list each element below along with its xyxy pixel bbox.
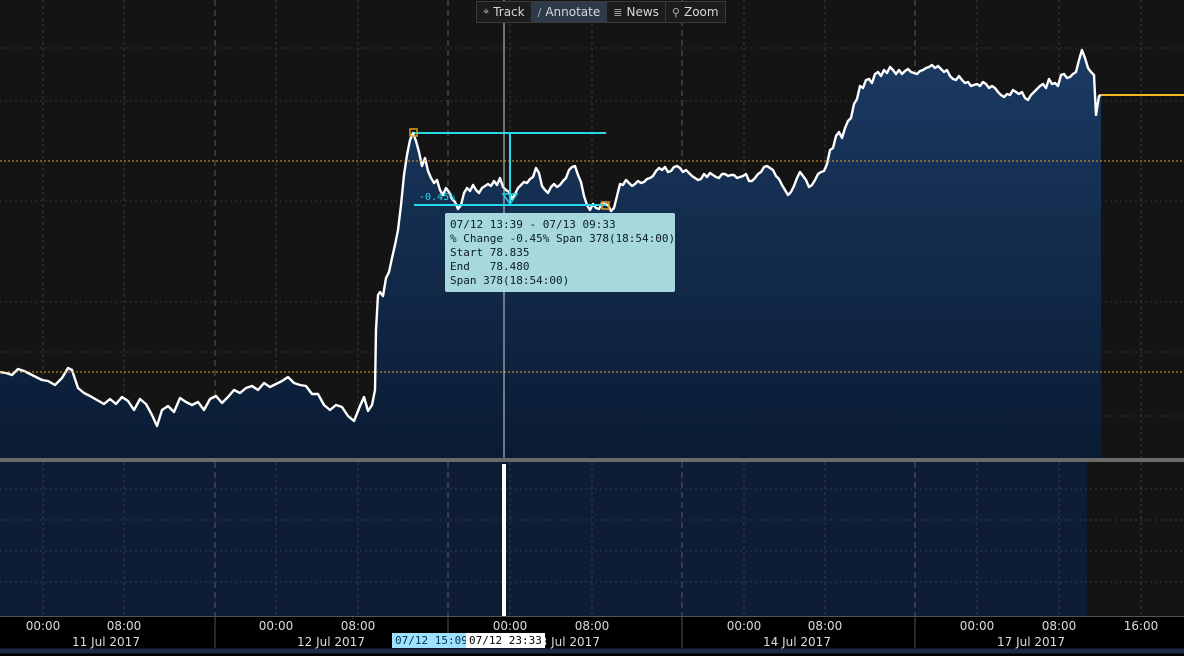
x-tick-label: 16:00 xyxy=(1123,619,1159,633)
x-tick-label: 08:00 xyxy=(807,619,843,633)
lower-pane-background xyxy=(0,462,1184,616)
day-label: 17 Jul 2017 xyxy=(997,635,1065,649)
x-tick-label: 08:00 xyxy=(340,619,376,633)
annotate-button[interactable]: ∕ Annotate xyxy=(530,2,607,22)
x-tick-label: 08:00 xyxy=(574,619,610,633)
pane-divider[interactable] xyxy=(0,458,1184,462)
crosshair-icon: ⌖ xyxy=(483,5,490,18)
news-label: News xyxy=(626,5,659,19)
x-tick-label: 00:00 xyxy=(492,619,528,633)
cursor-marker xyxy=(502,464,506,616)
price-chart[interactable] xyxy=(0,0,1184,656)
annotation-percent-label: -0.45% xyxy=(419,192,456,203)
tooltip-end: End 78.480 xyxy=(450,260,530,273)
cursor-time-label-a: 07/12 15:09 xyxy=(392,633,471,648)
news-button[interactable]: ≣ News xyxy=(606,2,665,22)
x-tick-label: 08:00 xyxy=(1041,619,1077,633)
day-label: 12 Jul 2017 xyxy=(297,635,365,649)
pencil-icon: ∕ xyxy=(537,5,542,19)
x-axis-labels: 00:00 08:00 00:00 08:00 00:00 08:00 00:0… xyxy=(0,616,1184,656)
tooltip-start: Start 78.835 xyxy=(450,246,530,259)
day-label: 14 Jul 2017 xyxy=(763,635,831,649)
news-icon: ≣ xyxy=(613,5,623,19)
lower-pane-future xyxy=(1087,462,1184,616)
magnifier-icon: ⚲ xyxy=(671,5,680,19)
zoom-label: Zoom xyxy=(683,5,719,19)
x-tick-label: 00:00 xyxy=(959,619,995,633)
x-tick-label: 00:00 xyxy=(258,619,294,633)
cursor-time-label-b: 07/12 23:33 xyxy=(466,633,545,648)
annotate-label: Annotate xyxy=(545,5,601,19)
chart-toolbar: ⌖ Track ∕ Annotate ≣ News ⚲ Zoom xyxy=(476,1,726,23)
tooltip-change: % Change -0.45% Span 378(18:54:00) xyxy=(450,232,676,245)
track-button[interactable]: ⌖ Track xyxy=(477,2,531,22)
annotation-tooltip: 07/12 13:39 - 07/13 09:33 % Change -0.45… xyxy=(445,213,675,292)
track-label: Track xyxy=(493,5,525,19)
zoom-button[interactable]: ⚲ Zoom xyxy=(664,2,725,22)
tooltip-span: Span 378(18:54:00) xyxy=(450,274,570,287)
tooltip-range: 07/12 13:39 - 07/13 09:33 xyxy=(450,218,616,231)
x-tick-label: 00:00 xyxy=(726,619,762,633)
x-tick-label: 08:00 xyxy=(106,619,142,633)
day-label: 11 Jul 2017 xyxy=(72,635,140,649)
x-tick-label: 00:00 xyxy=(25,619,61,633)
